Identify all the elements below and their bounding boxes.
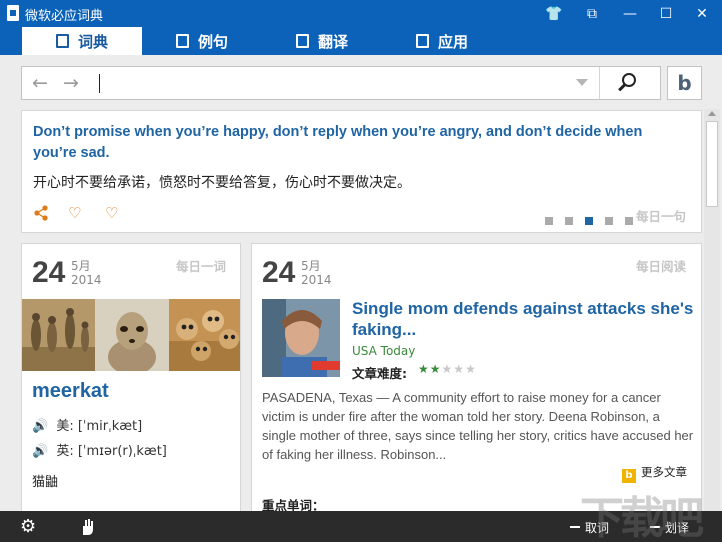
article-thumbnail[interactable] — [262, 299, 340, 377]
capture-word-label: 取词 — [585, 521, 610, 535]
phonetic-label: 美: — [56, 419, 74, 434]
close-button[interactable]: ✕ — [684, 0, 720, 27]
tab-translate[interactable]: 翻译 — [262, 27, 382, 55]
share-icon[interactable] — [33, 205, 49, 221]
app-logo-icon — [7, 5, 19, 21]
word-meaning: 猫鼬 — [32, 475, 59, 490]
daily-word-card: 24 5月 2014 每日一词 meerkat 🔊 美: [ˈmirˌkæt] … — [21, 243, 241, 513]
pager-dot[interactable] — [625, 217, 634, 225]
search-box: ← → — [21, 66, 661, 100]
scroll-thumb[interactable] — [706, 121, 718, 207]
phonetic-ipa: [ˈmirˌkæt] — [77, 419, 143, 434]
meerkat-photo — [22, 299, 95, 371]
reading-year: 2014 — [301, 273, 332, 287]
pager-dot[interactable] — [605, 217, 614, 225]
star-empty-icon: ★ — [465, 362, 477, 376]
text-caret — [99, 74, 100, 93]
daily-sentence-card: Don’t promise when you’re happy, don’t r… — [21, 110, 702, 233]
speaker-icon[interactable]: 🔊 — [32, 419, 48, 434]
sentence-pager — [545, 210, 640, 229]
capture-word-toggle[interactable]: 取词 — [570, 519, 609, 536]
word-month: 5月 — [71, 259, 91, 273]
scroll-up-icon[interactable] — [708, 111, 716, 116]
bottom-bar: ⚙ 取词 划译 — [0, 511, 722, 542]
meerkat-photo — [95, 299, 169, 371]
speaker-icon[interactable]: 🔊 — [32, 444, 48, 459]
mini-mode-icon[interactable]: ⧉ — [574, 0, 610, 27]
select-translate-toggle[interactable]: 划译 — [650, 519, 689, 536]
heart-icon[interactable]: ♡ — [68, 204, 81, 222]
star-empty-icon: ★ — [453, 362, 466, 376]
reading-month: 5月 — [301, 259, 321, 273]
forward-arrow-icon[interactable]: → — [59, 73, 83, 93]
star-filled-icon: ★ — [418, 362, 430, 376]
tab-examples[interactable]: 例句 — [142, 27, 262, 55]
tab-bar: 词典 例句 翻译 应用 — [0, 27, 722, 55]
pager-dot[interactable] — [545, 217, 553, 225]
star-filled-icon: ★ — [429, 362, 442, 376]
search-input[interactable] — [97, 71, 577, 95]
chevron-down-icon[interactable] — [576, 79, 588, 86]
book-icon — [55, 34, 69, 48]
sentence-tag: 每日一句 — [636, 209, 687, 224]
tab-label: 翻译 — [317, 32, 348, 51]
article-source: USA Today — [352, 344, 416, 358]
bing-icon: b — [622, 469, 636, 483]
word-title[interactable]: meerkat — [32, 380, 109, 403]
broken-heart-icon[interactable]: ♡ — [105, 204, 118, 222]
tab-apps[interactable]: 应用 — [382, 27, 502, 55]
skin-icon[interactable]: 👕 — [536, 0, 572, 27]
app-title: 微软必应词典 — [25, 9, 104, 24]
gear-icon[interactable]: ⚙ — [20, 516, 36, 537]
word-day: 24 — [32, 256, 66, 289]
sentence-chinese: 开心时不要给承诺，愤怒时不要给答复，伤心时不要做决定。 — [33, 175, 411, 191]
daily-reading-card: 24 5月 2014 每日阅读 Single mom defends again… — [251, 243, 702, 513]
tab-label: 例句 — [197, 32, 228, 51]
scrollbar[interactable] — [704, 109, 720, 511]
more-articles-link[interactable]: b 更多文章 — [622, 464, 687, 483]
divider — [599, 67, 600, 99]
pager-dot[interactable] — [585, 217, 594, 225]
translate-icon — [295, 34, 309, 48]
tab-label: 词典 — [77, 32, 108, 51]
reading-tag: 每日阅读 — [636, 259, 687, 274]
word-tag: 每日一词 — [176, 259, 227, 274]
select-translate-label: 划译 — [665, 521, 690, 535]
star-empty-icon: ★ — [441, 362, 454, 376]
apps-icon — [415, 34, 429, 48]
phonetic-uk: 🔊 英: [ˈmɪər(r)ˌkæt] — [32, 440, 167, 459]
phonetic-label: 英: — [56, 444, 74, 459]
reading-day: 24 — [262, 256, 296, 289]
phonetic-us: 🔊 美: [ˈmirˌkæt] — [32, 415, 142, 434]
tab-dictionary[interactable]: 词典 — [22, 27, 142, 55]
tab-label: 应用 — [437, 32, 468, 51]
bing-button[interactable]: b — [667, 66, 702, 100]
title-bar: 微软必应词典 👕 ⧉ — ☐ ✕ — [0, 0, 722, 27]
maximize-button[interactable]: ☐ — [648, 0, 684, 27]
back-arrow-icon[interactable]: ← — [28, 73, 52, 93]
minimize-button[interactable]: — — [612, 0, 648, 27]
search-button[interactable] — [612, 71, 648, 95]
meerkat-photo — [169, 299, 240, 371]
article-body: PASADENA, Texas — A community effort to … — [262, 390, 694, 462]
difficulty-stars: ★★★★★ — [418, 362, 477, 376]
word-year: 2014 — [71, 273, 102, 287]
more-articles-label: 更多文章 — [641, 465, 687, 479]
pager-dot[interactable] — [565, 217, 574, 225]
difficulty-label: 文章难度: — [352, 366, 407, 381]
list-icon — [175, 34, 189, 48]
hand-icon[interactable] — [80, 517, 96, 536]
phonetic-ipa: [ˈmɪər(r)ˌkæt] — [77, 444, 167, 459]
article-title[interactable]: Single mom defends against attacks she's… — [352, 298, 697, 340]
sentence-english: Don’t promise when you’re happy, don’t r… — [33, 124, 643, 161]
